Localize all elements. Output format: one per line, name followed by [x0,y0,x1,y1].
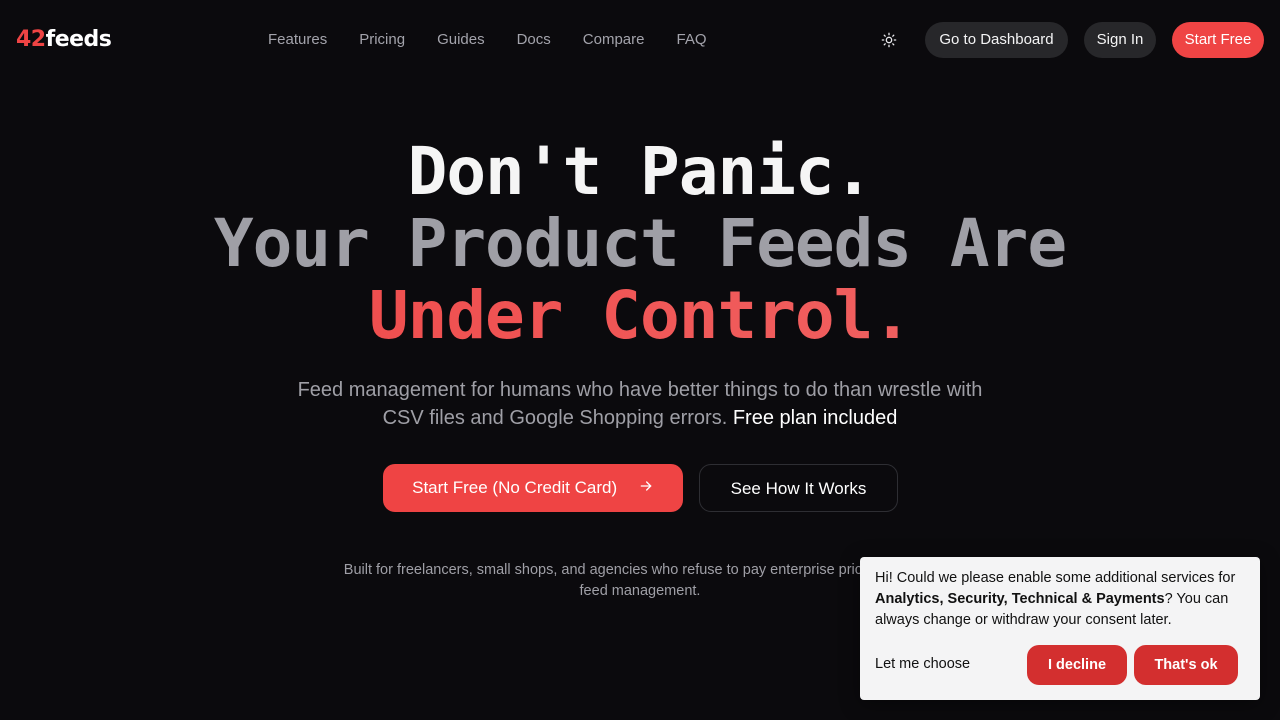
main-nav: Features Pricing Guides Docs Compare FAQ [252,28,723,52]
hero-title: Don't Panic. Your Product Feeds Are Unde… [0,136,1280,352]
sign-in-button[interactable]: Sign In [1084,22,1156,58]
cookie-consent-banner: Hi! Could we please enable some addition… [860,557,1260,700]
nav-pricing[interactable]: Pricing [343,28,421,52]
hero-subtitle: Feed management for humans who have bett… [290,376,990,432]
go-to-dashboard-button[interactable]: Go to Dashboard [925,22,1068,58]
see-how-it-works-button[interactable]: See How It Works [699,464,898,512]
decline-button[interactable]: I decline [1027,645,1127,685]
hero-title-line-3: Under Control. [0,280,1280,352]
logo-word: feeds [45,27,112,52]
start-free-no-credit-card-button[interactable]: Start Free (No Credit Card) [383,464,683,512]
cookie-services: Analytics, Security, Technical & Payment… [875,591,1165,607]
nav-guides[interactable]: Guides [421,28,501,52]
free-plan-note: Free plan included [732,407,898,429]
cookie-message-intro: Hi! Could we please enable some addition… [875,570,1236,586]
hero-title-line-1: Don't Panic. [407,133,874,210]
landing-page: 42feeds Features Pricing Guides Docs Com… [0,0,1280,720]
cookie-message: Hi! Could we please enable some addition… [875,568,1250,631]
logo-number: 42 [16,27,46,52]
nav-features[interactable]: Features [252,28,343,52]
cta-primary-label: Start Free (No Credit Card) [412,478,618,497]
site-header: 42feeds Features Pricing Guides Docs Com… [0,0,1280,80]
hero-title-line-2: Your Product Feeds Are [213,205,1067,282]
audience-note: Built for freelancers, small shops, and … [343,562,937,599]
arrow-right-icon [638,465,654,513]
logo[interactable]: 42feeds [16,26,112,54]
nav-docs[interactable]: Docs [501,28,567,52]
nav-compare[interactable]: Compare [567,28,661,52]
accept-button[interactable]: That's ok [1134,645,1238,685]
nav-faq[interactable]: FAQ [660,28,722,52]
start-free-button[interactable]: Start Free [1172,22,1264,58]
let-me-choose-link[interactable]: Let me choose [875,654,970,675]
sun-icon [881,32,897,48]
theme-toggle-button[interactable] [874,25,904,55]
